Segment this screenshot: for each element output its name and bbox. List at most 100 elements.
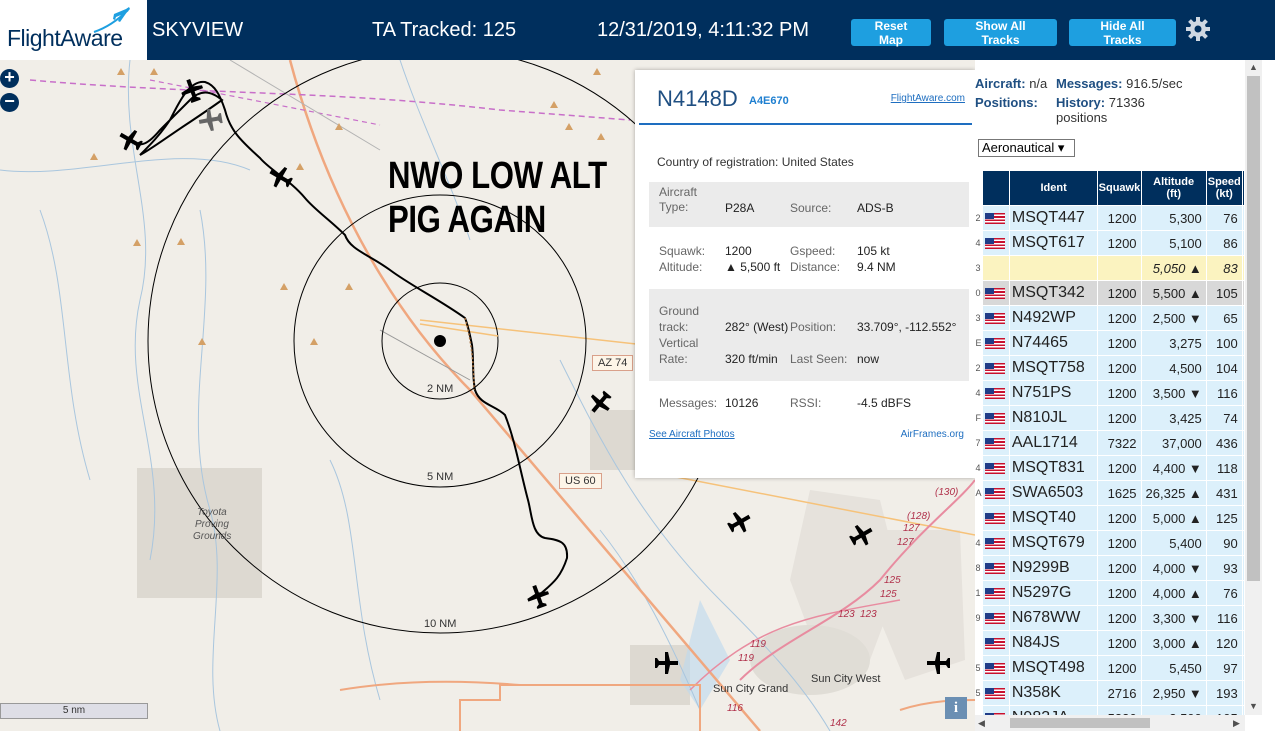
ident-cell: MSQT447 — [1009, 205, 1099, 231]
aircraft-type-value: P28A — [725, 201, 755, 215]
altitude-cell: 4,400 ▼ — [1141, 455, 1207, 481]
airframes-link[interactable]: AirFrames.org — [901, 429, 964, 440]
reset-map-button[interactable]: Reset Map — [851, 19, 931, 47]
vertical-scroll-thumb[interactable] — [1247, 76, 1260, 581]
popup-ident: N4148D — [657, 86, 738, 111]
speed-cell: 100 — [1206, 330, 1243, 356]
table-row[interactable]: 5 MSQT498 1200 5,450 97 — [975, 655, 1245, 681]
vertical-rate-label: Vertical Rate: — [659, 336, 699, 366]
squawk-cell: 1200 — [1097, 655, 1142, 681]
row-index: 7 — [975, 430, 983, 456]
row-index: 2 — [975, 205, 983, 231]
flag-cell — [982, 355, 1010, 381]
table-row[interactable]: N84JS 1200 3,000 ▲ 120 — [975, 630, 1245, 656]
table-row[interactable]: 2 MSQT758 1200 4,500 104 — [975, 355, 1245, 381]
table-row[interactable]: 9 N678WW 1200 3,300 ▼ 116 — [975, 605, 1245, 631]
source-value: ADS-B — [857, 201, 894, 215]
annotation-line-2: PIG AGAIN — [388, 199, 546, 241]
speed-cell: 436 — [1206, 430, 1243, 456]
scroll-up-arrow-icon[interactable]: ▲ — [1249, 62, 1258, 72]
squawk-cell: 1200 — [1097, 405, 1142, 431]
map-layer-select[interactable]: Aeronautical ▾ — [978, 139, 1075, 157]
popup-flightaware-link[interactable]: FlightAware.com — [891, 93, 965, 104]
row-index: E — [975, 330, 983, 356]
table-row[interactable]: 3 N492WP 1200 2,500 ▼ 65 — [975, 305, 1245, 331]
speed-cell: 105 — [1206, 705, 1243, 715]
gear-icon[interactable] — [1185, 16, 1211, 42]
horizontal-scroll-thumb[interactable] — [1010, 718, 1150, 728]
column-header-flag[interactable] — [981, 170, 1010, 206]
scroll-right-arrow-icon[interactable]: ▶ — [1233, 718, 1240, 729]
see-aircraft-photos-link[interactable]: See Aircraft Photos — [649, 429, 735, 440]
popup-section-messages: Messages: 10126 RSSI: -4.5 dBFS — [649, 388, 969, 418]
column-header-speed[interactable]: Speed (kt) — [1205, 170, 1243, 206]
table-row[interactable]: 8 N9299B 1200 4,000 ▼ 93 — [975, 555, 1245, 581]
column-header-ident[interactable]: Ident — [1008, 170, 1099, 206]
table-row[interactable]: 1 N5297G 1200 4,000 ▲ 76 — [975, 580, 1245, 606]
us-flag-icon — [984, 387, 1005, 399]
aircraft-table: Ident Squawk Altitude (ft) Speed (kt) 2M… — [975, 170, 1245, 715]
table-row[interactable]: F N810JL 1200 3,425 74 — [975, 405, 1245, 431]
hide-all-tracks-button[interactable]: Hide All Tracks — [1069, 19, 1176, 47]
flag-cell — [982, 255, 1010, 281]
squawk-cell: 1200 — [1097, 605, 1142, 631]
history-stat-label: History: — [1056, 95, 1106, 110]
flag-cell — [982, 205, 1010, 231]
country-value: United States — [781, 155, 854, 169]
table-row[interactable]: MSQT40 1200 5,000 ▲ 125 — [975, 505, 1245, 531]
table-row[interactable]: 7 AAL1714 7322 37,000 436 — [975, 430, 1245, 456]
scroll-down-arrow-icon[interactable]: ▼ — [1249, 701, 1258, 711]
last-seen-label: Last Seen: — [790, 352, 848, 366]
horizontal-scrollbar[interactable]: ◀ ▶ — [975, 715, 1245, 731]
altitude-cell: 37,000 — [1141, 430, 1207, 456]
table-row[interactable]: 5 N358K 2716 2,950 ▼ 193 — [975, 680, 1245, 706]
table-row[interactable]: 4 MSQT679 1200 5,400 90 — [975, 530, 1245, 556]
flag-cell — [982, 705, 1010, 715]
flightaware-logo[interactable]: FlightAware — [0, 0, 147, 60]
aircraft-stat: Aircraft: n/a — [975, 76, 1047, 91]
popup-section-track: Ground track: 282° (West) Position: 33.7… — [649, 289, 969, 381]
info-button[interactable]: i — [945, 697, 967, 719]
road-number: (130) — [935, 487, 959, 498]
aircraft-table-container: Ident Squawk Altitude (ft) Speed (kt) 2M… — [975, 170, 1245, 715]
altitude-label: Altitude: — [659, 260, 703, 274]
squawk-cell: 1200 — [1097, 580, 1142, 606]
table-row[interactable]: 4 N751PS 1200 3,500 ▼ 116 — [975, 380, 1245, 406]
flag-cell — [982, 605, 1010, 631]
column-header-altitude[interactable]: Altitude (ft) — [1140, 170, 1207, 206]
road-number: 116 — [727, 703, 743, 714]
history-stat-unit: positions — [1056, 110, 1108, 125]
column-header[interactable] — [975, 170, 983, 206]
table-row[interactable]: E N74465 1200 3,275 100 — [975, 330, 1245, 356]
table-row[interactable]: A SWA6503 1625 26,325 ▲ 431 — [975, 480, 1245, 506]
squawk-cell: 1200 — [1097, 355, 1142, 381]
flag-cell — [982, 655, 1010, 681]
popup-hex-link[interactable]: A4E670 — [749, 95, 789, 107]
table-row[interactable]: N983JA53362,500105 — [975, 705, 1245, 715]
road-number: 127 — [897, 537, 914, 548]
flag-cell — [982, 530, 1010, 556]
table-row[interactable]: 3 5,050 ▲ 83 — [975, 255, 1245, 281]
speed-cell: 118 — [1206, 455, 1243, 481]
row-index: F — [975, 405, 983, 431]
place-label-toyota: Toyota — [197, 507, 227, 518]
table-row[interactable]: 2 MSQT447 1200 5,300 76 — [975, 205, 1245, 231]
table-row[interactable]: 0 MSQT342 1200 5,500 ▲ 105 — [975, 280, 1245, 306]
us-flag-icon — [984, 562, 1005, 574]
show-all-tracks-button[interactable]: Show All Tracks — [944, 19, 1057, 47]
table-row[interactable]: 4 MSQT617 1200 5,100 86 — [975, 230, 1245, 256]
row-index — [975, 630, 983, 656]
zoom-in-button[interactable]: + — [0, 68, 19, 88]
altitude-cell: 2,500 — [1141, 705, 1207, 715]
row-index: 4 — [975, 455, 983, 481]
road-number: 119 — [750, 639, 766, 650]
zoom-out-button[interactable]: − — [0, 92, 19, 112]
speed-cell: 431 — [1206, 480, 1243, 506]
table-row[interactable]: 4 MSQT831 1200 4,400 ▼ 118 — [975, 455, 1245, 481]
track-label: Ground track: — [659, 304, 700, 334]
scroll-left-arrow-icon[interactable]: ◀ — [978, 718, 985, 729]
vertical-scrollbar[interactable]: ▲ ▼ — [1245, 60, 1262, 715]
row-index: 5 — [975, 680, 983, 706]
ring-label-5nm: 5 NM — [427, 471, 454, 483]
column-header-squawk[interactable]: Squawk — [1097, 170, 1142, 206]
